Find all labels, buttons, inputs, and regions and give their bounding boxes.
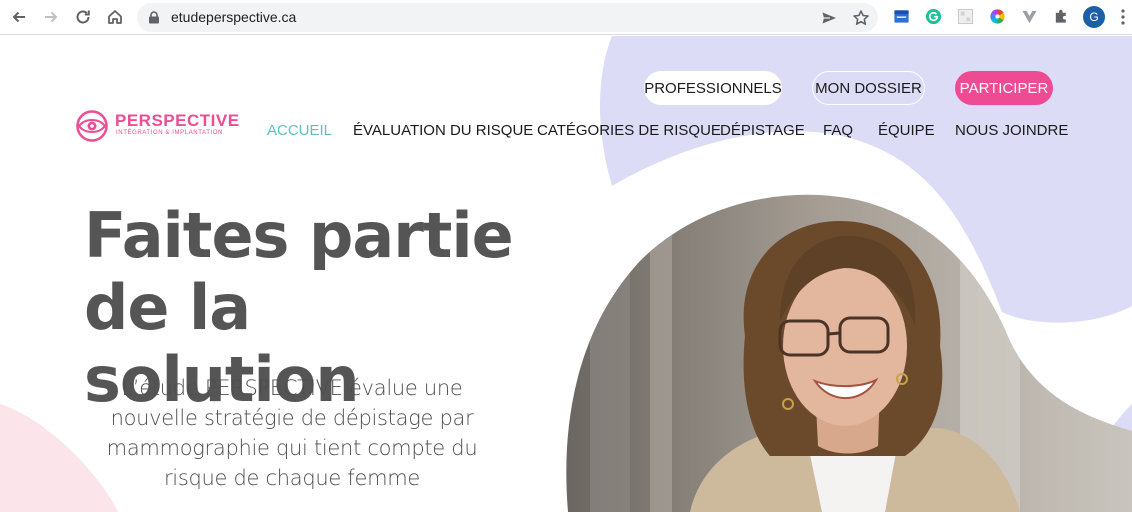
browser-toolbar: etudeperspective.ca G bbox=[0, 0, 1132, 35]
calendar-extension-icon[interactable] bbox=[892, 7, 910, 25]
logo-tagline: INTÉGRATION & IMPLANTATION bbox=[116, 130, 223, 136]
url-text: etudeperspective.ca bbox=[171, 9, 297, 25]
participate-button[interactable]: PARTICIPER bbox=[955, 71, 1053, 105]
my-file-button[interactable]: MON DOSSIER bbox=[812, 71, 925, 105]
logo-name: PERSPECTIVE bbox=[115, 111, 240, 130]
menu-icon[interactable] bbox=[1118, 8, 1128, 26]
forward-icon[interactable] bbox=[40, 6, 62, 28]
hero-description: L’étude PERSPECTIVE évalue une nouvelle … bbox=[106, 376, 478, 490]
send-icon[interactable] bbox=[820, 9, 838, 27]
profile-avatar[interactable]: G bbox=[1083, 6, 1105, 28]
address-bar[interactable]: etudeperspective.ca bbox=[137, 3, 878, 32]
qr-extension-icon[interactable] bbox=[956, 7, 974, 25]
eye-logo-icon bbox=[76, 110, 108, 142]
extensions-icon[interactable] bbox=[1052, 7, 1070, 25]
home-icon[interactable] bbox=[104, 6, 126, 28]
color-picker-icon[interactable] bbox=[988, 7, 1006, 25]
nav-home[interactable]: ACCUEIL bbox=[267, 122, 332, 139]
hero-title-line-1: Faites partie bbox=[84, 199, 514, 272]
reload-icon[interactable] bbox=[72, 6, 94, 28]
nav-contact[interactable]: NOUS JOINDRE bbox=[955, 122, 1068, 139]
professionals-button[interactable]: PROFESSIONNELS bbox=[644, 71, 782, 105]
nav-risk-evaluation[interactable]: ÉVALUATION DU RISQUE bbox=[353, 122, 533, 139]
grammarly-icon[interactable] bbox=[924, 7, 942, 25]
nav-team[interactable]: ÉQUIPE bbox=[878, 122, 935, 139]
nav-risk-categories[interactable]: CATÉGORIES DE RISQUE bbox=[537, 122, 721, 139]
lock-icon bbox=[149, 11, 159, 24]
nav-screening[interactable]: DÉPISTAGE bbox=[720, 122, 805, 139]
star-icon[interactable] bbox=[852, 9, 870, 27]
back-icon[interactable] bbox=[8, 6, 30, 28]
perspective-logo[interactable]: PERSPECTIVE INTÉGRATION & IMPLANTATION bbox=[75, 109, 239, 143]
nav-faq[interactable]: FAQ bbox=[823, 122, 853, 139]
vue-devtools-icon[interactable] bbox=[1020, 7, 1038, 25]
web-page: PERSPECTIVE INTÉGRATION & IMPLANTATION P… bbox=[0, 36, 1132, 512]
